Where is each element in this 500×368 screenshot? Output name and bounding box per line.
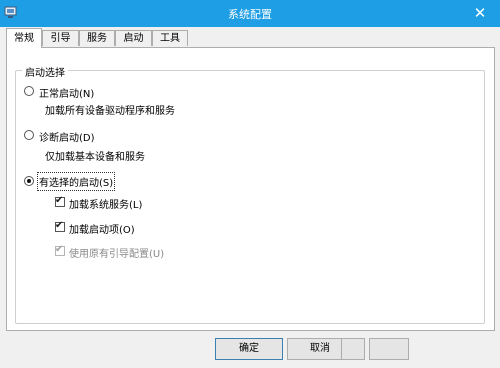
close-icon[interactable]: ✕ — [466, 2, 494, 24]
checkbox-load-startup-items[interactable]: ✔ — [55, 220, 65, 232]
radio-selective-label[interactable]: 有选择的启动(S) — [36, 172, 116, 191]
checkmark-icon: ✔ — [55, 244, 64, 255]
checkbox-load-system-services-label[interactable]: 加载系统服务(L) — [69, 196, 142, 211]
tab-general[interactable]: 常规 — [6, 28, 42, 48]
radio-diagnostic-startup[interactable] — [24, 130, 34, 140]
normal-startup-description: 加载所有设备驱动程序和服务 — [45, 106, 175, 117]
radio-normal-startup[interactable] — [24, 86, 34, 96]
window-title: 系统配置 — [228, 8, 272, 21]
apply-button[interactable] — [341, 338, 365, 360]
checkmark-icon: ✔ — [55, 220, 64, 231]
checkbox-load-startup-items-label[interactable]: 加载启动项(O) — [69, 221, 135, 236]
title-bar[interactable]: 系统配置 ✕ — [0, 0, 500, 27]
tab-tools[interactable]: 工具 — [152, 30, 188, 46]
radio-diagnostic-label[interactable]: 诊断启动(D) — [39, 129, 95, 144]
tab-services[interactable]: 服务 — [79, 30, 115, 46]
tab-boot[interactable]: 引导 — [42, 30, 79, 46]
diagnostic-startup-description: 仅加载基本设备和服务 — [45, 152, 145, 163]
checkmark-icon: ✔ — [55, 195, 64, 206]
radio-selected-dot — [27, 179, 31, 183]
ok-button[interactable]: 确定 — [215, 338, 283, 360]
radio-normal-label[interactable]: 正常启动(N) — [39, 85, 94, 100]
checkbox-use-original-boot-config-label[interactable]: 使用原有引导配置(U) — [69, 245, 164, 260]
checkbox-load-system-services[interactable]: ✔ — [55, 195, 65, 207]
radio-selective-startup[interactable] — [24, 176, 34, 186]
help-button[interactable] — [369, 338, 409, 360]
group-title: 启动选择 — [22, 64, 68, 79]
checkbox-use-original-boot-config[interactable]: ✔ — [55, 244, 65, 256]
tab-startup[interactable]: 启动 — [115, 30, 152, 46]
